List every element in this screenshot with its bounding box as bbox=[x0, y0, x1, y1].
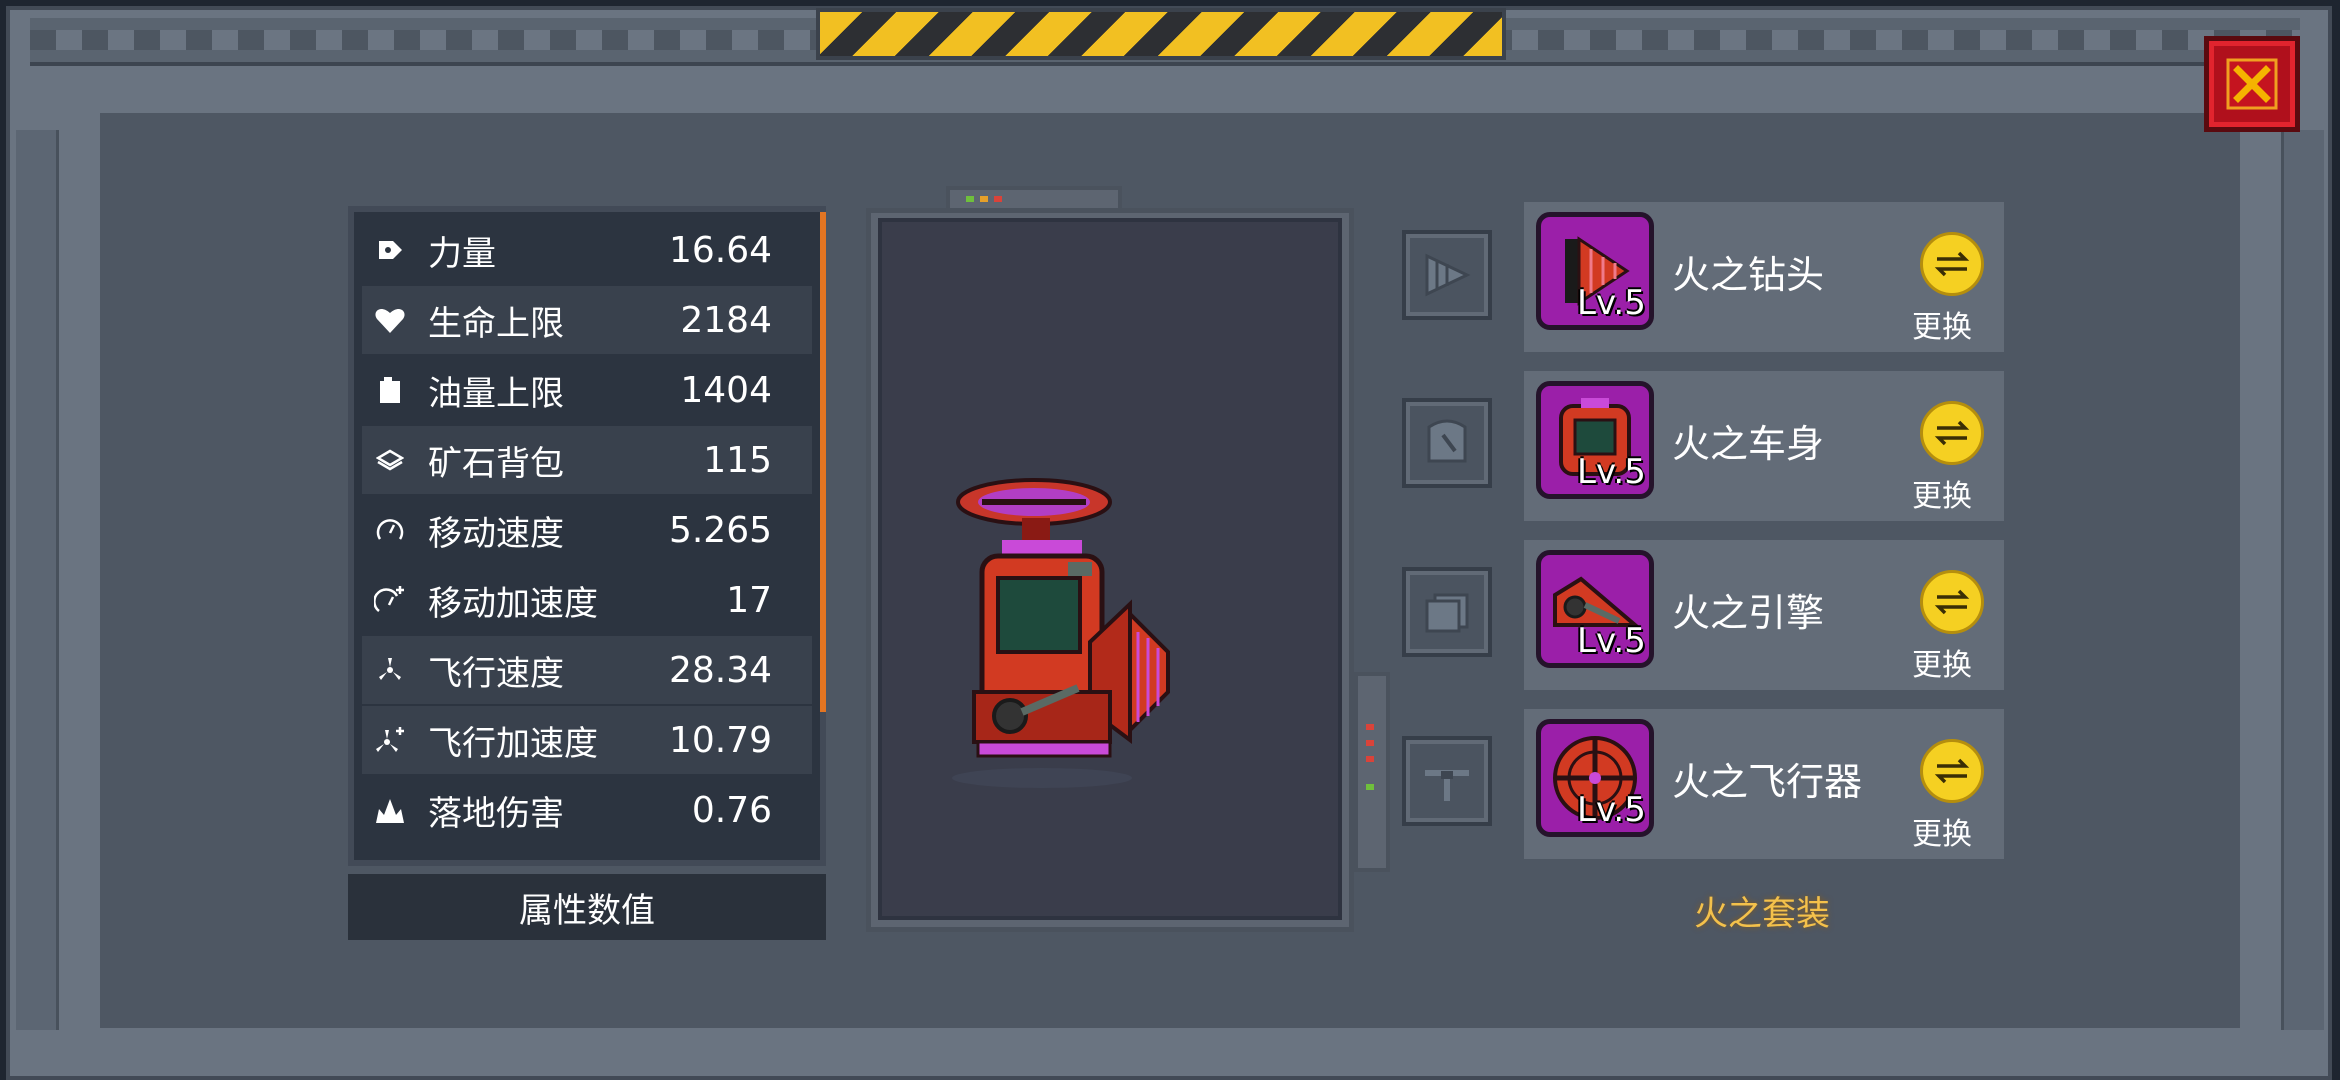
indicator-light bbox=[1366, 756, 1374, 762]
swap-label: 更换 bbox=[1912, 310, 1972, 345]
stat-value: 10.79 bbox=[668, 719, 772, 761]
swap-label: 更换 bbox=[1912, 479, 1972, 514]
indicator-light bbox=[1366, 740, 1374, 746]
stats-footer: 属性数值 bbox=[348, 874, 826, 940]
swap-arrows-icon bbox=[1934, 251, 1970, 277]
equipment-card-body[interactable]: Lv.5 火之车身 更换 bbox=[1524, 371, 2004, 521]
stat-row-fall-damage: 落地伤害 0.76 bbox=[362, 776, 812, 844]
fire-engine-icon: Lv.5 bbox=[1536, 550, 1654, 668]
fire-body-icon: Lv.5 bbox=[1536, 381, 1654, 499]
close-button[interactable] bbox=[2204, 36, 2300, 132]
speedometer-icon bbox=[362, 515, 418, 545]
fire-drill-icon: Lv.5 bbox=[1536, 212, 1654, 330]
rotor-slot-icon[interactable] bbox=[1402, 736, 1492, 826]
stat-value: 115 bbox=[703, 439, 772, 481]
indicator-light bbox=[1366, 724, 1374, 730]
stat-label: 移动加速度 bbox=[428, 583, 598, 624]
stat-value: 5.265 bbox=[668, 509, 772, 551]
swap-arrows-icon bbox=[1934, 758, 1970, 784]
equipment-name: 火之飞行器 bbox=[1672, 760, 1863, 804]
indicator-light bbox=[1366, 784, 1374, 790]
body-slot-icon[interactable] bbox=[1402, 398, 1492, 488]
ore-bag-icon bbox=[362, 448, 418, 472]
stat-label: 矿石背包 bbox=[428, 443, 564, 484]
speedometer-plus-icon bbox=[362, 584, 418, 616]
vehicle-preview-screen bbox=[878, 218, 1342, 920]
impact-icon bbox=[362, 795, 418, 825]
drill-slot-icon[interactable] bbox=[1402, 230, 1492, 320]
swap-button[interactable] bbox=[1920, 570, 1984, 634]
level-label: Lv.5 bbox=[1577, 621, 1646, 661]
swap-button[interactable] bbox=[1920, 401, 1984, 465]
stat-row-fly-speed: 飞行速度 28.34 bbox=[362, 636, 812, 704]
equipment-card-engine[interactable]: Lv.5 火之引擎 更换 bbox=[1524, 540, 2004, 690]
indicator-light bbox=[966, 196, 974, 202]
stat-label: 力量 bbox=[428, 233, 496, 274]
fire-rotor-icon: Lv.5 bbox=[1536, 719, 1654, 837]
close-x-icon bbox=[2226, 58, 2278, 110]
frame-left-pillar bbox=[16, 130, 59, 1030]
stat-row-strength: 力量 16.64 bbox=[362, 216, 812, 284]
set-name-label[interactable]: 火之套装 bbox=[1694, 886, 1830, 935]
engine-slot-icon[interactable] bbox=[1402, 567, 1492, 657]
indicator-light bbox=[980, 196, 988, 202]
level-label: Lv.5 bbox=[1577, 790, 1646, 830]
stat-row-move-speed: 移动速度 5.265 bbox=[362, 496, 812, 564]
stat-value: 28.34 bbox=[668, 649, 772, 691]
equipment-name: 火之引擎 bbox=[1672, 591, 1825, 635]
equipment-card-drill[interactable]: Lv.5 火之钻头 更换 bbox=[1524, 202, 2004, 352]
power-tag-icon bbox=[362, 235, 418, 265]
fire-drill-vehicle-icon bbox=[952, 478, 1170, 788]
swap-arrows-icon bbox=[1934, 589, 1970, 615]
stat-value: 17 bbox=[726, 579, 772, 621]
stat-label: 落地伤害 bbox=[428, 793, 564, 834]
stat-row-max-fuel: 油量上限 1404 bbox=[362, 356, 812, 424]
stat-label: 移动速度 bbox=[428, 513, 564, 554]
stat-label: 油量上限 bbox=[428, 373, 564, 414]
heart-icon bbox=[362, 305, 418, 335]
hazard-stripe bbox=[816, 8, 1506, 60]
stat-label: 生命上限 bbox=[428, 303, 564, 344]
propeller-plus-icon bbox=[362, 725, 418, 755]
stats-panel[interactable]: 力量 16.64 生命上限 2184 油量上限 1404 矿石背包 115 移动… bbox=[348, 206, 826, 866]
swap-button[interactable] bbox=[1920, 232, 1984, 296]
swap-label: 更换 bbox=[1912, 817, 1972, 852]
stat-value: 0.76 bbox=[691, 789, 772, 831]
equipment-card-rotor[interactable]: Lv.5 火之飞行器 更换 bbox=[1524, 709, 2004, 859]
indicator-light bbox=[994, 196, 1002, 202]
propeller-icon bbox=[362, 655, 418, 685]
swap-arrows-icon bbox=[1934, 420, 1970, 446]
stat-value: 2184 bbox=[680, 299, 772, 341]
equipment-name: 火之钻头 bbox=[1672, 253, 1825, 297]
viewer-side-port bbox=[1354, 672, 1390, 872]
swap-button[interactable] bbox=[1920, 739, 1984, 803]
equipment-name: 火之车身 bbox=[1672, 422, 1825, 466]
frame-right-pillar bbox=[2281, 130, 2324, 1030]
stat-label: 飞行加速度 bbox=[428, 723, 598, 764]
stat-row-max-hp: 生命上限 2184 bbox=[362, 286, 812, 354]
fuel-can-icon bbox=[362, 375, 418, 405]
stat-label: 飞行速度 bbox=[428, 653, 564, 694]
stats-scrollbar[interactable] bbox=[820, 212, 826, 712]
stat-row-fly-accel: 飞行加速度 10.79 bbox=[362, 706, 812, 774]
stat-row-ore-bag: 矿石背包 115 bbox=[362, 426, 812, 494]
stat-row-move-accel: 移动加速度 17 bbox=[362, 566, 812, 634]
level-label: Lv.5 bbox=[1577, 452, 1646, 492]
stat-value: 16.64 bbox=[668, 229, 772, 271]
level-label: Lv.5 bbox=[1577, 283, 1646, 323]
swap-label: 更换 bbox=[1912, 648, 1972, 683]
stat-value: 1404 bbox=[680, 369, 772, 411]
